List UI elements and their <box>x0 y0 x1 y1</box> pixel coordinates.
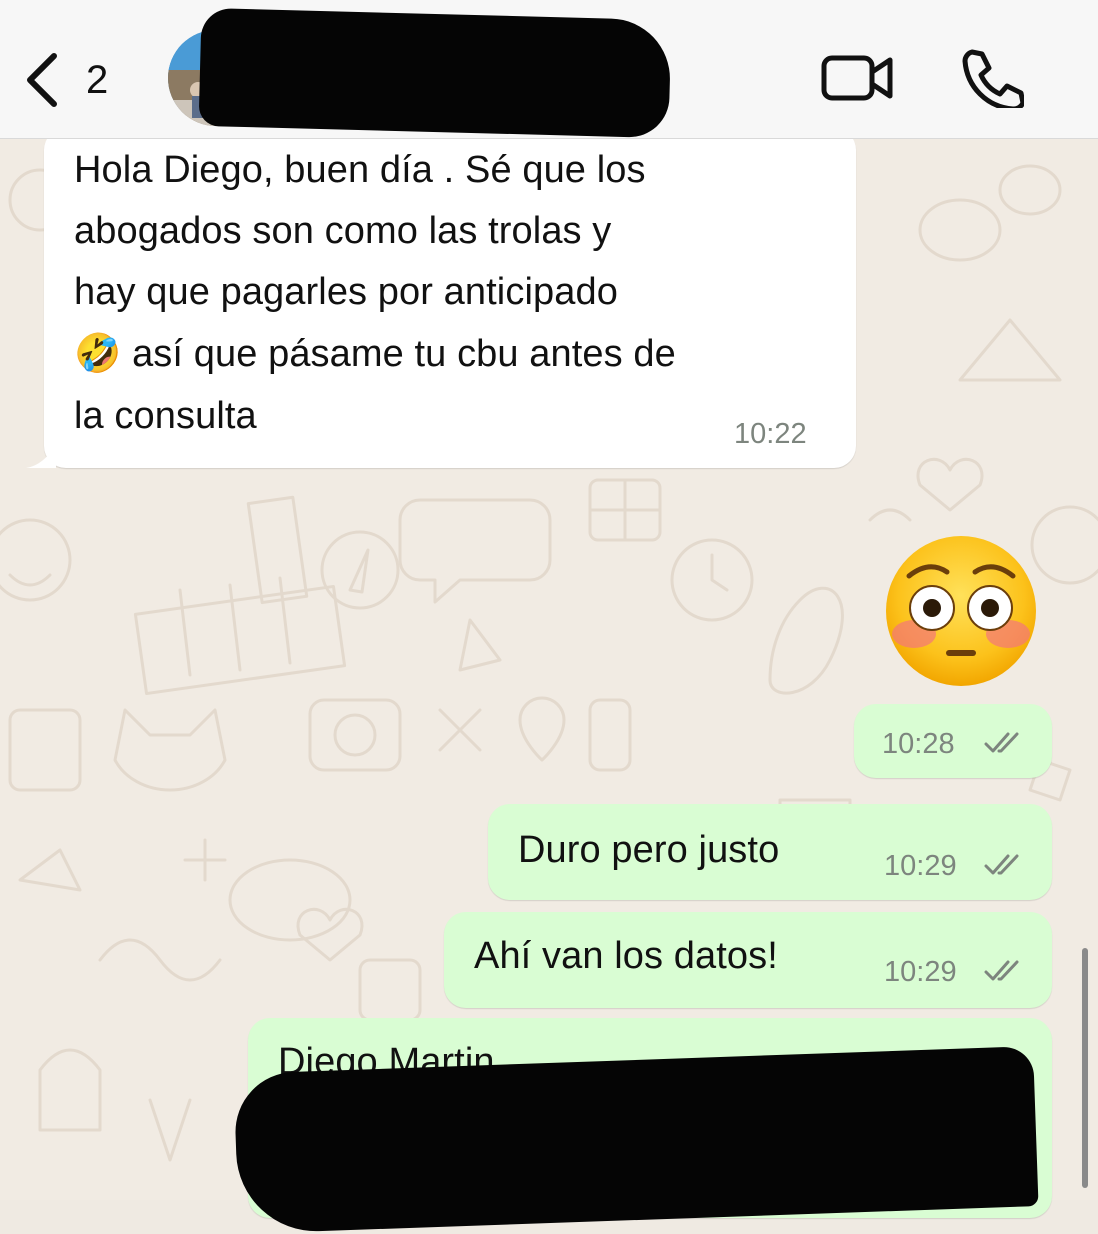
message-line: Hola Diego, buen día . Sé que los <box>74 149 646 191</box>
message-time: 10:22 <box>734 418 807 450</box>
message-line: abogados son como las trolas y <box>74 210 612 252</box>
incoming-message[interactable]: Hola Diego, buen día . Sé que los abogad… <box>26 128 856 468</box>
redaction-overlay <box>233 1046 1039 1234</box>
unread-count: 2 <box>86 58 109 102</box>
bubble-tail <box>26 444 56 468</box>
chevron-left-icon <box>27 53 57 107</box>
outgoing-message[interactable]: 10:28 <box>854 704 1052 778</box>
read-receipt-icon <box>984 732 1019 753</box>
read-receipt-icon <box>984 854 1019 875</box>
message-line: la consulta <box>74 395 257 437</box>
video-camera-icon <box>821 55 893 101</box>
outgoing-message[interactable]: Duro pero justo 10:29 <box>488 804 1052 900</box>
message-time: 10:28 <box>882 728 955 760</box>
video-call-button[interactable] <box>820 50 896 106</box>
flushed-face-emoji[interactable] <box>884 534 1038 688</box>
message-line: 🤣 así que pásame tu cbu antes de <box>74 333 676 375</box>
scrollbar[interactable] <box>1082 948 1088 1188</box>
message-line: hay que pagarles por anticipado <box>74 271 618 313</box>
chat-header: 2 <box>0 0 1098 139</box>
phone-icon <box>962 49 1026 112</box>
outgoing-message[interactable]: Ahí van los datos! 10:29 <box>444 912 1052 1008</box>
message-text: Ahí van los datos! <box>474 935 778 977</box>
message-text: Duro pero justo <box>518 829 780 871</box>
contact-name-redacted[interactable] <box>198 7 672 139</box>
back-button[interactable]: 2 <box>22 52 122 112</box>
voice-call-button[interactable] <box>958 46 1026 112</box>
message-time: 10:29 <box>884 956 957 988</box>
message-time: 10:29 <box>884 850 957 882</box>
read-receipt-icon <box>984 960 1019 981</box>
